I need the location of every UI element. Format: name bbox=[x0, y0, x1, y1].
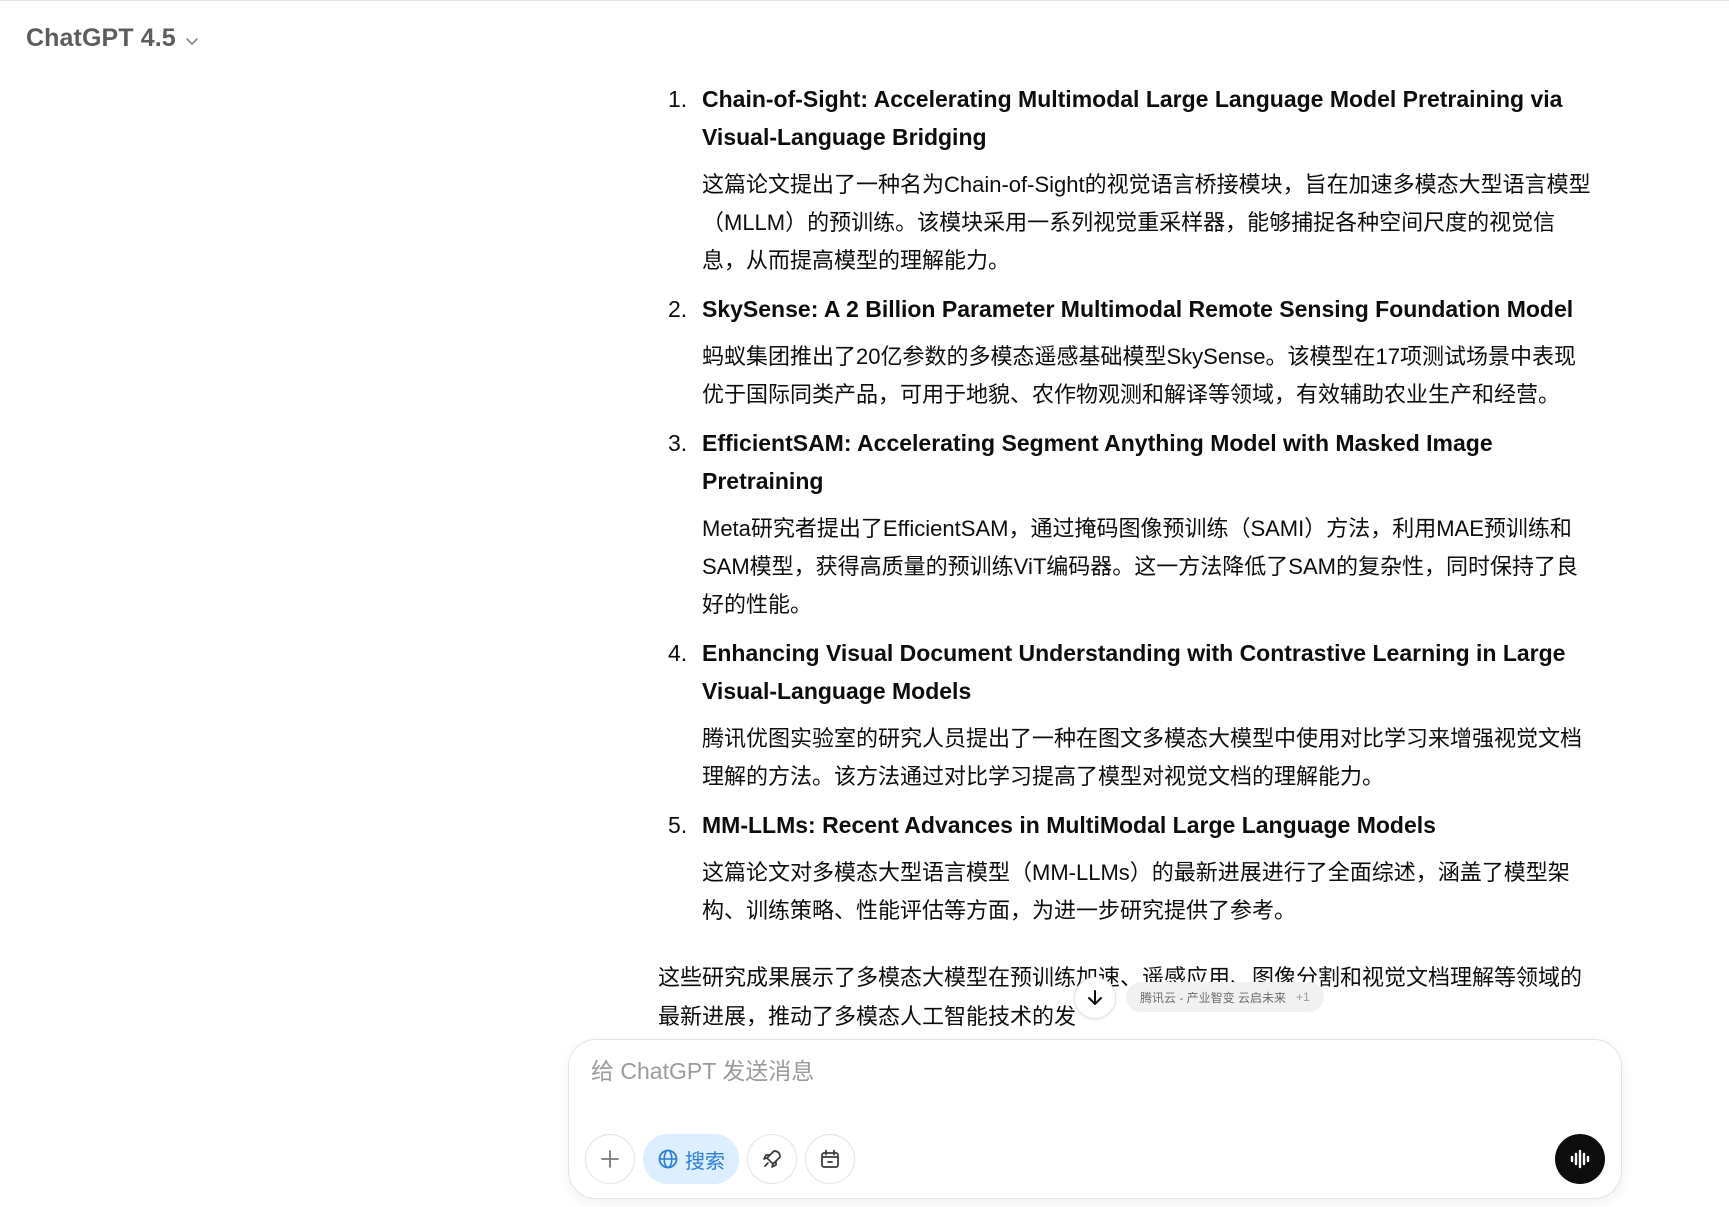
message-composer: 搜索 bbox=[568, 1039, 1622, 1199]
paper-title: MM-LLMs: Recent Advances in MultiModal L… bbox=[702, 812, 1436, 838]
paper-title: Enhancing Visual Document Understanding … bbox=[702, 640, 1566, 704]
voice-mode-button[interactable] bbox=[1555, 1134, 1605, 1184]
assistant-message: 1. Chain-of-Sight: Accelerating Multimod… bbox=[658, 80, 1593, 1036]
list-item-number: 5. bbox=[668, 812, 688, 838]
list-item-number: 1. bbox=[668, 86, 688, 112]
paper-description: 这篇论文对多模态大型语言模型（MM-LLMs）的最新进展进行了全面综述，涵盖了模… bbox=[702, 860, 1570, 923]
source-more-count: +1 bbox=[1296, 990, 1310, 1004]
list-item-number: 2. bbox=[668, 296, 688, 322]
list-item: 4. Enhancing Visual Document Understandi… bbox=[658, 634, 1593, 796]
list-item: 5. MM-LLMs: Recent Advances in MultiModa… bbox=[658, 806, 1593, 930]
globe-icon bbox=[658, 1149, 678, 1169]
paper-description: 蚂蚁集团推出了20亿参数的多模态遥感基础模型SkySense。该模型在17项测试… bbox=[702, 344, 1576, 407]
search-toggle-button[interactable]: 搜索 bbox=[643, 1134, 739, 1184]
paper-description: Meta研究者提出了EfficientSAM，通过掩码图像预训练（SAMI）方法… bbox=[702, 516, 1578, 617]
list-item: 3. EfficientSAM: Accelerating Segment An… bbox=[658, 424, 1593, 624]
paper-description: 腾讯优图实验室的研究人员提出了一种在图文多模态大模型中使用对比学习来增强视觉文档… bbox=[702, 726, 1583, 789]
list-item-number: 3. bbox=[668, 430, 688, 456]
paper-title: EfficientSAM: Accelerating Segment Anyth… bbox=[702, 430, 1493, 494]
paper-description: 这篇论文提出了一种名为Chain-of-Sight的视觉语言桥接模块，旨在加速多… bbox=[702, 172, 1591, 273]
list-item: 1. Chain-of-Sight: Accelerating Multimod… bbox=[658, 80, 1593, 280]
list-item-number: 4. bbox=[668, 640, 688, 666]
rocket-icon bbox=[763, 1150, 781, 1168]
list-item: 2. SkySense: A 2 Billion Parameter Multi… bbox=[658, 290, 1593, 414]
search-label: 搜索 bbox=[685, 1150, 725, 1173]
deep-research-button[interactable] bbox=[747, 1134, 797, 1184]
chevron-down-icon bbox=[185, 37, 198, 45]
paper-title: Chain-of-Sight: Accelerating Multimodal … bbox=[702, 86, 1563, 150]
plus-icon bbox=[601, 1150, 619, 1168]
model-name: ChatGPT 4.5 bbox=[26, 24, 176, 52]
model-selector[interactable]: ChatGPT 4.5 bbox=[26, 24, 200, 53]
voice-icon bbox=[1570, 1149, 1590, 1169]
scheduled-task-button[interactable] bbox=[805, 1134, 855, 1184]
calendar-icon bbox=[821, 1149, 839, 1168]
source-citation-chip[interactable]: 腾讯云 - 产业智变 云启未来 +1 bbox=[1126, 982, 1324, 1012]
arrow-down-icon bbox=[1088, 990, 1102, 1005]
paper-title: SkySense: A 2 Billion Parameter Multimod… bbox=[702, 296, 1574, 322]
source-label: 腾讯云 - 产业智变 云启未来 bbox=[1140, 990, 1286, 1005]
paper-list: 1. Chain-of-Sight: Accelerating Multimod… bbox=[658, 80, 1593, 930]
attach-button[interactable] bbox=[585, 1134, 635, 1184]
top-border bbox=[0, 0, 1729, 3]
message-input[interactable] bbox=[591, 1058, 1551, 1085]
scroll-to-bottom-button[interactable] bbox=[1074, 977, 1116, 1019]
